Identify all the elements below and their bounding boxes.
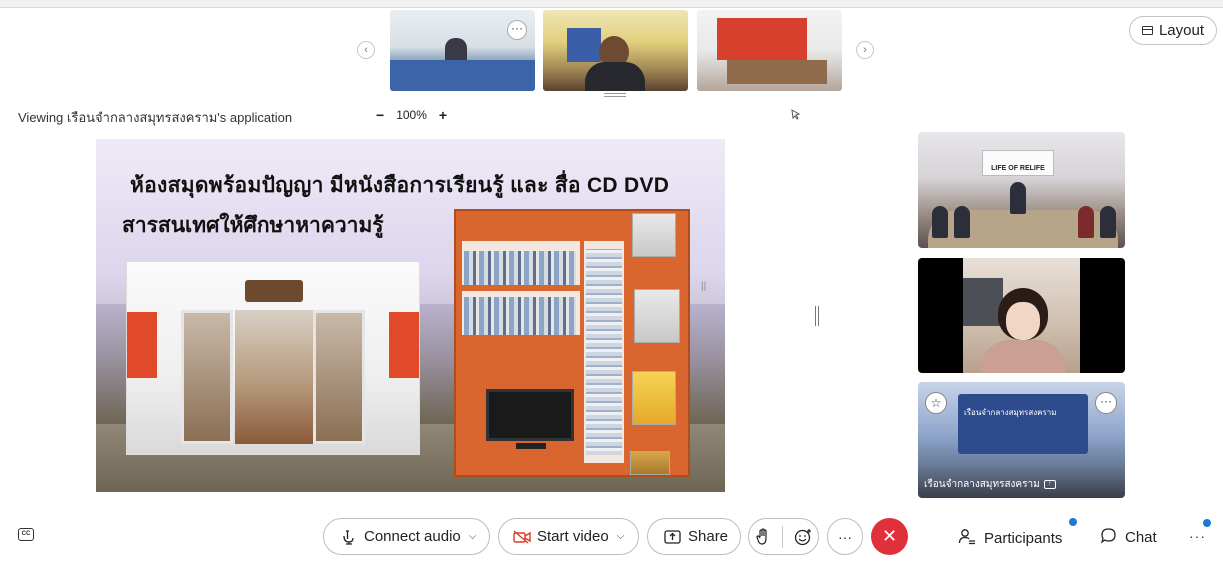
share-screen-icon: [664, 529, 681, 544]
reactions-group: [748, 518, 819, 555]
connect-audio-button[interactable]: Connect audio ⌵: [323, 518, 490, 555]
participant-face: [1006, 302, 1040, 340]
right-door: [313, 310, 365, 444]
video-off-icon: [513, 529, 531, 544]
overflow-notification-dot: [1203, 519, 1211, 527]
participant-figure: [954, 206, 970, 238]
desk: [390, 60, 535, 91]
tv-stand: [516, 443, 546, 449]
sharing-icon: ↑: [1043, 480, 1056, 489]
participants-label: Participants: [984, 529, 1063, 547]
room-screen: [963, 278, 1003, 326]
chevron-left-icon[interactable]: ‹: [357, 41, 375, 59]
zoom-level: 100%: [396, 108, 427, 122]
start-video-button[interactable]: Start video ⌵: [498, 518, 639, 555]
annotate-pointer-icon[interactable]: [790, 108, 802, 123]
chevron-down-icon[interactable]: ⌵: [617, 531, 625, 542]
overflow-menu-button[interactable]: ···: [1189, 528, 1206, 544]
participants-notification-dot: [1069, 518, 1077, 526]
zoom-controls: − 100% +: [376, 107, 447, 123]
red-banner: [717, 18, 807, 60]
slide-title-line2: สารสนเทศให้ศึกษาหาความรู้: [122, 214, 384, 237]
connect-audio-label: Connect audio: [364, 528, 461, 545]
participant-body: [980, 340, 1066, 373]
share-label: Share: [688, 528, 729, 545]
chevron-down-icon[interactable]: ⌵: [469, 531, 477, 542]
book-cover: [632, 371, 676, 425]
library-entrance-photo: [126, 261, 420, 455]
shared-screen[interactable]: ห้องสมุดพร้อมปัญญา มีหนังสือการเรียนรู้ …: [96, 139, 725, 492]
participant-figure: [1078, 206, 1094, 238]
slide-mark: ||: [701, 281, 707, 292]
participant-figure: [1010, 182, 1026, 214]
video-thumbnail-1[interactable]: ···: [390, 10, 535, 91]
dvd-stack: [464, 297, 576, 335]
dvd-stack: [464, 251, 576, 285]
red-board: [389, 312, 419, 378]
layout-button[interactable]: Layout: [1129, 16, 1217, 45]
participant-name: เรือนจำกลางสมุทรสงคราม: [924, 479, 1040, 490]
captions-icon[interactable]: CC: [18, 528, 34, 541]
more-options-button[interactable]: ···: [827, 518, 863, 555]
portrait-poster: [632, 213, 676, 257]
slide-title-line1: ห้องสมุดพร้อมปัญญา มีหนังสือการเรียนรู้ …: [130, 174, 670, 197]
participant-figure: [1100, 206, 1116, 238]
participants-icon: [958, 527, 976, 549]
reactions-icon[interactable]: [794, 528, 812, 546]
participant-video-tile-3[interactable]: เรือนจำกลางสมุทรสงคราม ☆ ··· เรือนจำกลาง…: [918, 382, 1125, 498]
resize-grip[interactable]: [604, 93, 626, 97]
leave-meeting-button[interactable]: ✕: [871, 518, 908, 555]
library-sign: [245, 280, 303, 302]
viewing-label: Viewing เรือนจำกลางสมุทรสงคราม's applica…: [18, 110, 293, 125]
stage-backdrop-text: เรือนจำกลางสมุทรสงคราม: [964, 408, 1057, 417]
participant-video-tile-2[interactable]: [918, 258, 1125, 373]
dvd-cover: [634, 289, 680, 343]
left-door: [181, 310, 233, 444]
pin-icon[interactable]: ☆: [925, 392, 947, 414]
layout-label: Layout: [1158, 22, 1205, 39]
participant-figure: [932, 206, 948, 238]
layout-icon: [1141, 26, 1153, 35]
media-shelf-photo: [454, 209, 690, 477]
tile-more-button[interactable]: ···: [1095, 392, 1117, 414]
participant-body: [585, 62, 645, 91]
zoom-in-button[interactable]: +: [439, 107, 447, 123]
share-button[interactable]: Share: [647, 518, 741, 555]
participants-button[interactable]: Participants: [958, 527, 1062, 549]
chevron-right-icon[interactable]: ›: [856, 41, 874, 59]
red-board: [127, 312, 157, 378]
conference-table: [727, 60, 827, 84]
library-interior: [235, 310, 313, 444]
cd-column: [586, 249, 622, 455]
poster: [567, 28, 601, 62]
top-divider: [0, 0, 1223, 8]
meeting-room-banner: LIFE OF RELIFE: [982, 150, 1054, 176]
chat-button[interactable]: Chat: [1100, 527, 1157, 548]
thumbnail-more-button[interactable]: ···: [507, 20, 527, 40]
television: [486, 389, 574, 441]
panel-splitter[interactable]: [815, 306, 819, 326]
start-video-label: Start video: [537, 528, 609, 545]
audio-connect-icon: [340, 528, 358, 546]
participant-name-label: เรือนจำกลางสมุทรสงคราม ↑: [924, 477, 1056, 492]
video-thumbnail-3[interactable]: [697, 10, 842, 91]
video-thumbnail-2[interactable]: [543, 10, 688, 91]
stage-backdrop: [958, 394, 1088, 454]
book-box: [630, 451, 670, 475]
participant-video-tile-1[interactable]: LIFE OF RELIFE: [918, 132, 1125, 248]
chat-icon: [1100, 527, 1117, 548]
zoom-out-button[interactable]: −: [376, 107, 384, 123]
divider: [781, 525, 783, 548]
chat-label: Chat: [1125, 529, 1157, 546]
raise-hand-icon[interactable]: [755, 527, 771, 546]
